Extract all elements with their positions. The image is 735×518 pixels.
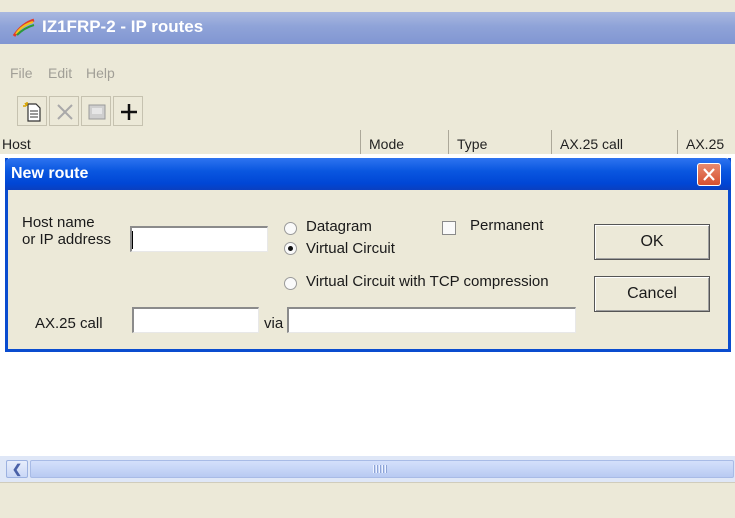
app-feather-icon [12,18,36,38]
add-button[interactable] [113,96,143,126]
scroll-left-icon[interactable]: ❮ [6,460,28,478]
window-title: IZ1FRP-2 - IP routes [42,17,204,36]
scroll-thumb[interactable] [30,460,734,478]
scroll-grip [373,465,387,473]
column-type[interactable]: Type [448,130,551,154]
delete-route-button[interactable] [49,96,79,126]
permanent-label[interactable]: Permanent [470,217,543,234]
menu-help[interactable]: Help [86,65,115,81]
new-route-button[interactable] [17,96,47,126]
radio-datagram-label[interactable]: Datagram [306,218,372,235]
edit-route-button[interactable] [81,96,111,126]
new-document-icon [23,102,41,122]
column-mode[interactable]: Mode [360,130,448,154]
radio-selected-dot [288,246,293,251]
horizontal-scrollbar[interactable]: ❮ [0,456,735,482]
column-ax25-call[interactable]: AX.25 call [551,130,677,154]
dialog-titlebar[interactable]: New route [5,158,731,190]
status-bar [0,482,735,518]
column-host[interactable]: Host [0,130,360,154]
main-titlebar[interactable]: IZ1FRP-2 - IP routes [0,12,735,44]
host-input[interactable] [130,226,268,252]
close-icon [703,168,715,181]
permanent-checkbox[interactable] [442,221,456,235]
ax25-call-input[interactable] [132,307,259,333]
delete-icon [57,104,73,120]
menu-edit[interactable]: Edit [48,65,72,81]
via-label: via [264,315,284,332]
radio-datagram[interactable] [284,222,297,235]
via-input[interactable] [287,307,576,333]
host-label-line2: or IP address [22,231,111,248]
menubar: File Edit Help [0,60,735,86]
dialog-title: New route [11,165,89,182]
edit-icon [88,104,106,120]
list-header: Host Mode Type AX.25 call AX.25 [0,130,735,155]
radio-vc-tcp-compression-label[interactable]: Virtual Circuit with TCP compression [306,273,549,290]
column-ax25[interactable]: AX.25 [677,130,735,154]
plus-icon [121,104,137,120]
ok-button[interactable]: OK [594,224,710,260]
new-route-dialog: New route Host name or IP address Datagr… [5,158,731,352]
text-caret [132,231,133,249]
ax25-call-label: AX.25 call [35,315,103,332]
close-button[interactable] [697,163,721,186]
radio-virtual-circuit-label[interactable]: Virtual Circuit [306,240,395,257]
host-label-line1: Host name [22,214,95,231]
radio-virtual-circuit[interactable] [284,242,297,255]
cancel-button[interactable]: Cancel [594,276,710,312]
menu-file[interactable]: File [10,65,33,81]
radio-vc-tcp-compression[interactable] [284,277,297,290]
